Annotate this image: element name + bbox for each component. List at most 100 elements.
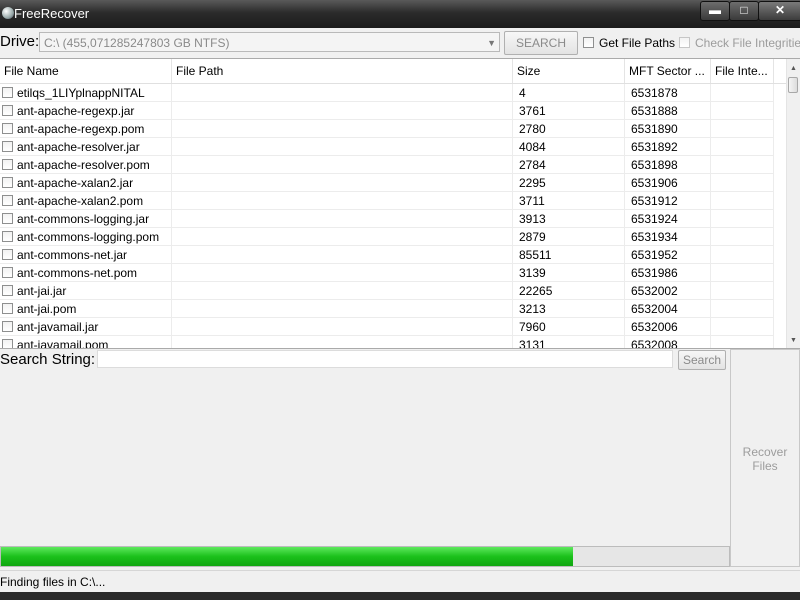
file-path-cell (172, 174, 513, 192)
file-name-cell[interactable]: ant-commons-net.jar (0, 246, 172, 264)
minimize-button[interactable]: ▬ (700, 1, 730, 21)
file-name-cell[interactable]: ant-apache-regexp.pom (0, 120, 172, 138)
app-icon (2, 7, 14, 19)
file-name-cell[interactable]: ant-jai.jar (0, 282, 172, 300)
row-checkbox[interactable] (2, 339, 13, 348)
table-row[interactable]: ant-commons-logging.pom 2879 6531934 (0, 228, 788, 246)
file-integrity-cell (711, 282, 774, 300)
maximize-button[interactable]: □ (729, 1, 759, 21)
table-row[interactable]: ant-apache-xalan2.jar 2295 6531906 (0, 174, 788, 192)
table-row[interactable]: ant-commons-logging.jar 3913 6531924 (0, 210, 788, 228)
file-path-cell (172, 264, 513, 282)
file-name-cell[interactable]: ant-javamail.jar (0, 318, 172, 336)
table-row[interactable]: ant-jai.pom 3213 6532004 (0, 300, 788, 318)
file-name-text: ant-commons-net.jar (17, 248, 128, 262)
row-checkbox[interactable] (2, 303, 13, 314)
size-cell: 2780 (513, 120, 625, 138)
title-bar[interactable]: FreeRecover ▬ □ ✕ (0, 0, 800, 28)
table-row[interactable]: ant-apache-regexp.pom 2780 6531890 (0, 120, 788, 138)
check-integrities-label[interactable]: Check File Integrities (695, 36, 800, 50)
table-row[interactable]: ant-javamail.pom 3131 6532008 (0, 336, 788, 348)
file-integrity-cell (711, 336, 774, 348)
table-row[interactable]: ant-commons-net.jar 85511 6531952 (0, 246, 788, 264)
table-row[interactable]: etilqs_1LIYplnappNITAL 4 6531878 (0, 84, 788, 102)
table-row[interactable]: ant-commons-net.pom 3139 6531986 (0, 264, 788, 282)
size-cell: 3761 (513, 102, 625, 120)
file-list-header: File Name File Path Size MFT Sector ... … (0, 59, 788, 84)
file-integrity-cell (711, 192, 774, 210)
file-name-cell[interactable]: ant-apache-resolver.pom (0, 156, 172, 174)
column-header-mft-sector[interactable]: MFT Sector ... (625, 59, 711, 83)
file-path-cell (172, 318, 513, 336)
row-checkbox[interactable] (2, 87, 13, 98)
row-checkbox[interactable] (2, 267, 13, 278)
vertical-scrollbar[interactable]: ▲ ▼ (786, 59, 800, 348)
mft-sector-cell: 6532002 (625, 282, 711, 300)
file-name-cell[interactable]: ant-apache-xalan2.jar (0, 174, 172, 192)
file-name-cell[interactable]: ant-apache-xalan2.pom (0, 192, 172, 210)
size-cell: 2295 (513, 174, 625, 192)
recover-label-line2: Files (752, 459, 778, 473)
row-checkbox[interactable] (2, 105, 13, 116)
mft-sector-cell: 6531952 (625, 246, 711, 264)
file-name-cell[interactable]: ant-jai.pom (0, 300, 172, 318)
scroll-down-icon[interactable]: ▼ (787, 334, 800, 348)
file-name-cell[interactable]: ant-apache-regexp.jar (0, 102, 172, 120)
file-integrity-cell (711, 120, 774, 138)
drive-select[interactable]: C:\ (455,071285247803 GB NTFS) ▼ (39, 32, 500, 52)
file-path-cell (172, 192, 513, 210)
row-checkbox[interactable] (2, 249, 13, 260)
row-checkbox[interactable] (2, 123, 13, 134)
column-header-file-name[interactable]: File Name (0, 59, 172, 83)
scroll-up-icon[interactable]: ▲ (787, 62, 800, 76)
mft-sector-cell: 6531892 (625, 138, 711, 156)
scroll-thumb[interactable] (788, 77, 798, 93)
table-row[interactable]: ant-jai.jar 22265 6532002 (0, 282, 788, 300)
table-row[interactable]: ant-apache-resolver.pom 2784 6531898 (0, 156, 788, 174)
drive-label: Drive: (0, 33, 40, 50)
check-integrities-checkbox[interactable] (679, 37, 690, 48)
file-integrity-cell (711, 174, 774, 192)
file-name-cell[interactable]: etilqs_1LIYplnappNITAL (0, 84, 172, 102)
size-cell: 7960 (513, 318, 625, 336)
search-string-input[interactable] (97, 350, 673, 368)
row-checkbox[interactable] (2, 195, 13, 206)
table-row[interactable]: ant-apache-xalan2.pom 3711 6531912 (0, 192, 788, 210)
file-name-cell[interactable]: ant-commons-logging.pom (0, 228, 172, 246)
recover-files-label: Recover Files (731, 445, 799, 473)
status-text: Finding files in C:\... (0, 575, 106, 589)
row-checkbox[interactable] (2, 159, 13, 170)
table-row[interactable]: ant-apache-regexp.jar 3761 6531888 (0, 102, 788, 120)
row-checkbox[interactable] (2, 231, 13, 242)
row-checkbox[interactable] (2, 177, 13, 188)
get-file-paths-label[interactable]: Get File Paths (599, 36, 675, 50)
row-checkbox[interactable] (2, 321, 13, 332)
close-button[interactable]: ✕ (758, 1, 800, 21)
search-drive-button[interactable]: SEARCH (504, 31, 578, 55)
recover-files-button[interactable]: Recover Files (730, 349, 800, 567)
column-header-size[interactable]: Size (513, 59, 625, 83)
file-name-text: ant-apache-xalan2.jar (17, 176, 134, 190)
file-name-cell[interactable]: ant-apache-resolver.jar (0, 138, 172, 156)
size-cell: 4 (513, 84, 625, 102)
size-cell: 3213 (513, 300, 625, 318)
file-path-cell (172, 228, 513, 246)
freerecover-window: FreeRecover ▬ □ ✕ Drive: C:\ (455,071285… (0, 0, 800, 600)
file-name-cell[interactable]: ant-commons-logging.jar (0, 210, 172, 228)
column-header-file-integrity[interactable]: File Inte... (711, 59, 774, 83)
table-row[interactable]: ant-apache-resolver.jar 4084 6531892 (0, 138, 788, 156)
chevron-down-icon[interactable]: ▼ (487, 33, 496, 53)
row-checkbox[interactable] (2, 285, 13, 296)
file-integrity-cell (711, 318, 774, 336)
file-name-cell[interactable]: ant-commons-net.pom (0, 264, 172, 282)
search-string-button[interactable]: Search (678, 350, 726, 370)
row-checkbox[interactable] (2, 141, 13, 152)
get-file-paths-checkbox[interactable] (583, 37, 594, 48)
file-name-text: ant-jai.jar (17, 284, 67, 298)
file-name-text: ant-apache-xalan2.pom (17, 194, 144, 208)
table-row[interactable]: ant-javamail.jar 7960 6532006 (0, 318, 788, 336)
row-checkbox[interactable] (2, 213, 13, 224)
file-name-cell[interactable]: ant-javamail.pom (0, 336, 172, 348)
size-cell: 2784 (513, 156, 625, 174)
column-header-file-path[interactable]: File Path (172, 59, 513, 83)
